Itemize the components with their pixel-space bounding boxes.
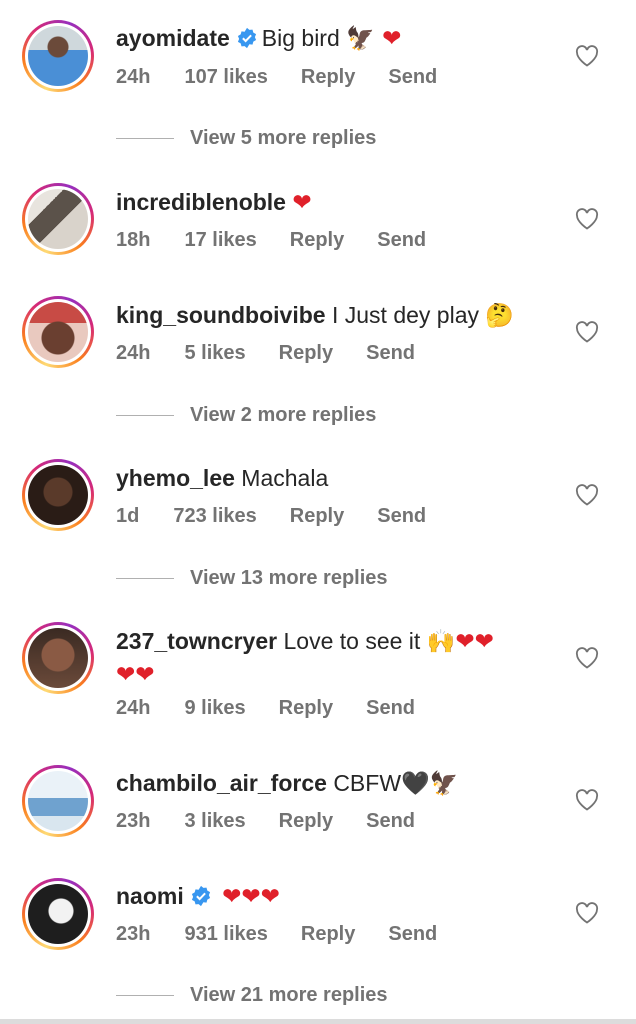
comment-line: yhemo_lee Machala bbox=[116, 462, 566, 494]
comment-line: naomi ❤❤❤ bbox=[116, 880, 566, 913]
like-heart-icon[interactable] bbox=[575, 321, 599, 343]
timestamp: 24h bbox=[116, 697, 151, 719]
reply-button[interactable]: Reply bbox=[301, 66, 355, 88]
comment-line: 237_towncryer Love to see it 🙌❤❤ ❤❤ bbox=[116, 625, 566, 691]
send-button[interactable]: Send bbox=[388, 66, 437, 88]
username[interactable]: 237_towncryer bbox=[116, 628, 277, 654]
comment-meta: 23h 931 likes Reply Send bbox=[116, 923, 470, 946]
username[interactable]: incrediblenoble bbox=[116, 189, 286, 215]
view-more-replies-button[interactable]: View 13 more replies bbox=[116, 567, 388, 590]
likes-count[interactable]: 17 likes bbox=[184, 229, 256, 251]
comment-emoji: 🦅 ❤ bbox=[346, 26, 402, 52]
comment-meta: 24h 107 likes Reply Send bbox=[116, 66, 470, 89]
comment-line: incrediblenoble ❤ bbox=[116, 186, 566, 219]
avatar[interactable] bbox=[22, 296, 94, 368]
timestamp: 24h bbox=[116, 66, 151, 88]
reply-button[interactable]: Reply bbox=[279, 697, 333, 719]
send-button[interactable]: Send bbox=[388, 923, 437, 945]
username[interactable]: naomi bbox=[116, 883, 184, 909]
comment-text: Big bird bbox=[261, 25, 340, 51]
avatar[interactable] bbox=[22, 622, 94, 694]
username[interactable]: yhemo_lee bbox=[116, 465, 235, 491]
avatar[interactable] bbox=[22, 183, 94, 255]
comment-line: chambilo_air_force CBFW🖤🦅 bbox=[116, 767, 566, 800]
view-more-replies-button[interactable]: View 2 more replies bbox=[116, 404, 376, 427]
avatar[interactable] bbox=[22, 20, 94, 92]
verified-badge-icon bbox=[237, 27, 256, 49]
username[interactable]: ayomidate bbox=[116, 25, 230, 51]
divider bbox=[116, 138, 174, 140]
avatar[interactable] bbox=[22, 878, 94, 950]
view-more-replies-button[interactable]: View 5 more replies bbox=[116, 127, 376, 150]
likes-count[interactable]: 723 likes bbox=[173, 505, 256, 527]
reply-button[interactable]: Reply bbox=[301, 923, 355, 945]
avatar[interactable] bbox=[22, 765, 94, 837]
likes-count[interactable]: 5 likes bbox=[184, 342, 245, 364]
send-button[interactable]: Send bbox=[377, 505, 426, 527]
divider bbox=[116, 995, 174, 997]
comment-meta: 1d 723 likes Reply Send bbox=[116, 505, 459, 528]
send-button[interactable]: Send bbox=[366, 810, 415, 832]
username[interactable]: king_soundboivibe bbox=[116, 302, 326, 328]
comment-emoji: 🙌❤❤ bbox=[426, 629, 494, 655]
comment-text: CBFW bbox=[333, 770, 402, 796]
likes-count[interactable]: 931 likes bbox=[184, 923, 267, 945]
comment-meta: 24h 5 likes Reply Send bbox=[116, 342, 448, 365]
timestamp: 18h bbox=[116, 229, 151, 251]
comment-meta: 23h 3 likes Reply Send bbox=[116, 810, 448, 833]
comment-emoji: ❤ bbox=[292, 190, 312, 216]
send-button[interactable]: Send bbox=[366, 342, 415, 364]
timestamp: 1d bbox=[116, 505, 140, 527]
comment-emoji: 🖤🦅 bbox=[401, 771, 459, 797]
send-button[interactable]: Send bbox=[377, 229, 426, 251]
comment-line: king_soundboivibe I Just dey play 🤔 bbox=[116, 299, 566, 332]
comment-line: ayomidate Big bird 🦅 ❤ bbox=[116, 22, 566, 55]
likes-count[interactable]: 9 likes bbox=[184, 697, 245, 719]
send-button[interactable]: Send bbox=[366, 697, 415, 719]
like-heart-icon[interactable] bbox=[575, 208, 599, 230]
reply-button[interactable]: Reply bbox=[290, 505, 344, 527]
reply-button[interactable]: Reply bbox=[279, 342, 333, 364]
like-heart-icon[interactable] bbox=[575, 647, 599, 669]
avatar[interactable] bbox=[22, 459, 94, 531]
bottom-divider bbox=[0, 1019, 636, 1024]
like-heart-icon[interactable] bbox=[575, 902, 599, 924]
comment-emoji: ❤❤❤ bbox=[222, 884, 280, 910]
timestamp: 24h bbox=[116, 342, 151, 364]
like-heart-icon[interactable] bbox=[575, 789, 599, 811]
view-more-replies-button[interactable]: View 21 more replies bbox=[116, 984, 388, 1007]
comment-emoji: 🤔 bbox=[485, 303, 515, 329]
comment-emoji-line2: ❤❤ bbox=[116, 662, 155, 688]
divider bbox=[116, 415, 174, 417]
verified-badge-icon bbox=[191, 885, 210, 907]
timestamp: 23h bbox=[116, 810, 151, 832]
like-heart-icon[interactable] bbox=[575, 484, 599, 506]
comment-text: I Just dey play bbox=[331, 302, 479, 328]
username[interactable]: chambilo_air_force bbox=[116, 770, 327, 796]
comment-text: Love to see it bbox=[283, 628, 421, 654]
comment-meta: 18h 17 likes Reply Send bbox=[116, 229, 459, 252]
divider bbox=[116, 578, 174, 580]
like-heart-icon[interactable] bbox=[575, 45, 599, 67]
likes-count[interactable]: 3 likes bbox=[184, 810, 245, 832]
timestamp: 23h bbox=[116, 923, 151, 945]
comment-text: Machala bbox=[241, 465, 329, 491]
comment-meta: 24h 9 likes Reply Send bbox=[116, 697, 448, 720]
reply-button[interactable]: Reply bbox=[279, 810, 333, 832]
reply-button[interactable]: Reply bbox=[290, 229, 344, 251]
likes-count[interactable]: 107 likes bbox=[184, 66, 267, 88]
